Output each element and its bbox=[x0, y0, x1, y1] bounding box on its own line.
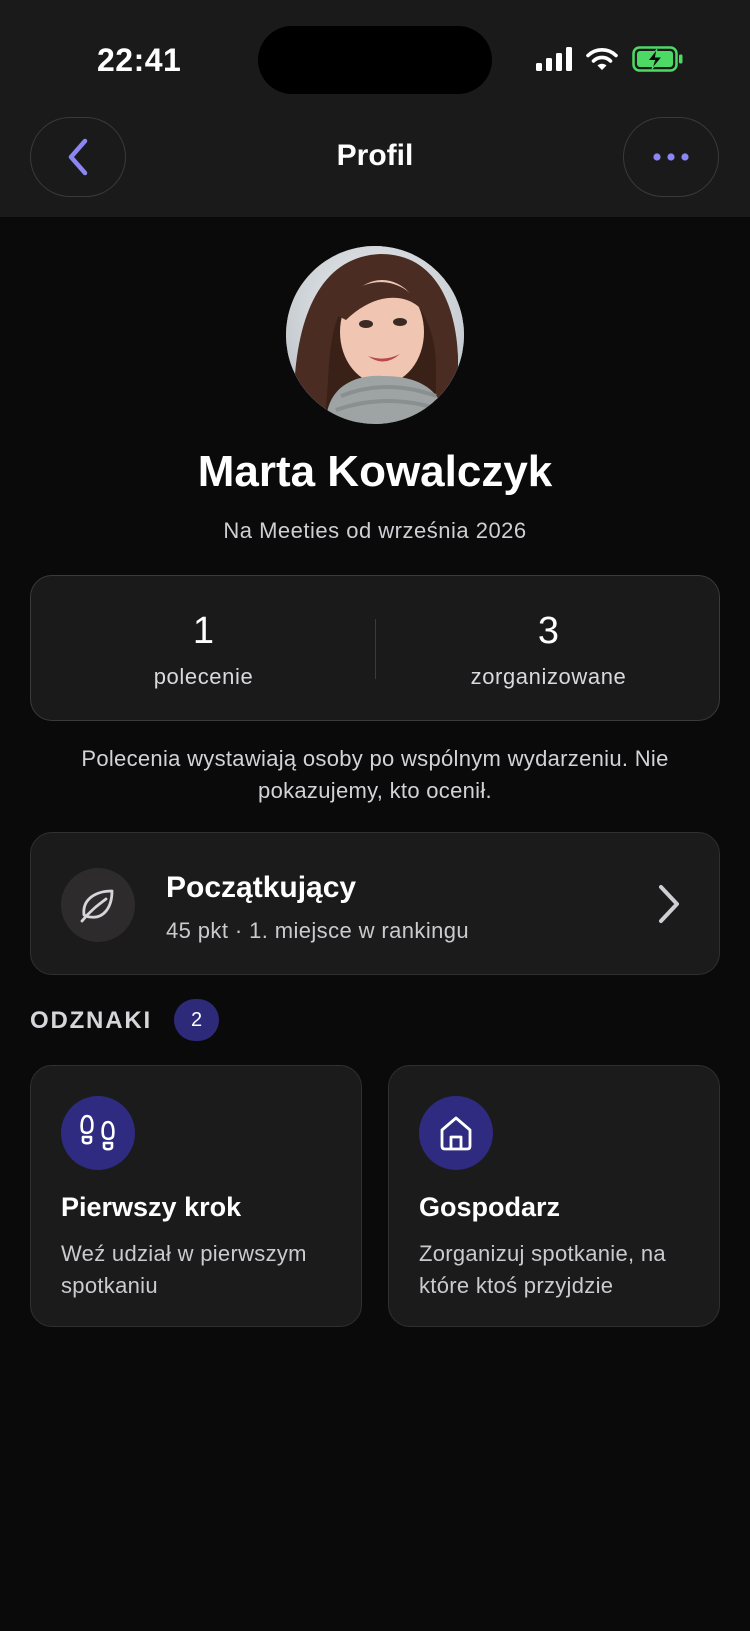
level-subtitle: 45 pkt · 1. miejsce w rankingu bbox=[166, 918, 470, 943]
top-bar: 22:41 Profil bbox=[0, 0, 750, 217]
badge-card-first-step[interactable]: Pierwszy krok Weź udział w pierwszym spo… bbox=[30, 1065, 362, 1327]
dynamic-island bbox=[258, 26, 492, 94]
avatar[interactable] bbox=[286, 246, 464, 424]
badge-description: Weź udział w pierwszym spotkaniu bbox=[61, 1241, 307, 1298]
stat-label: polecenie bbox=[153, 664, 254, 689]
footprints-icon bbox=[80, 1114, 115, 1151]
status-icons bbox=[536, 46, 684, 72]
recommendations-note: Polecenia wystawiają osoby po wspólnym w… bbox=[81, 746, 669, 803]
more-options-button[interactable] bbox=[623, 117, 719, 197]
leaf-icon bbox=[80, 889, 114, 923]
stat-recommendations[interactable]: 1 polecenie bbox=[31, 576, 376, 722]
level-title: Początkujący bbox=[166, 871, 357, 904]
battery-charging-icon bbox=[632, 46, 683, 72]
badge-icon-circle bbox=[419, 1096, 493, 1170]
home-icon bbox=[440, 1116, 472, 1151]
cellular-signal-icon bbox=[536, 47, 572, 71]
avatar-photo bbox=[286, 246, 464, 424]
member-since: Na Meeties od września 2026 bbox=[223, 518, 527, 543]
profile-name: Marta Kowalczyk bbox=[197, 447, 553, 496]
stat-label: zorganizowane bbox=[470, 664, 627, 689]
stat-value: 3 bbox=[537, 610, 560, 652]
level-card[interactable]: Początkujący 45 pkt · 1. miejsce w ranki… bbox=[30, 832, 720, 975]
badge-title: Pierwszy krok bbox=[61, 1192, 242, 1222]
badge-icon-circle bbox=[61, 1096, 135, 1170]
badge-title: Gospodarz bbox=[419, 1192, 561, 1222]
badges-section-title: ODZNAKI bbox=[30, 1007, 152, 1034]
level-icon-circle bbox=[61, 868, 135, 942]
badge-card-host[interactable]: Gospodarz Zorganizuj spotkanie, na które… bbox=[388, 1065, 720, 1327]
wifi-icon bbox=[586, 48, 618, 70]
profile-screen: 22:41 Profil Marta Kowalczyk Na Meeties … bbox=[0, 0, 750, 1631]
chevron-right-icon bbox=[659, 885, 679, 923]
status-time: 22:41 bbox=[97, 42, 182, 78]
stats-card: 1 polecenie 3 zorganizowane bbox=[30, 575, 720, 721]
stat-organized[interactable]: 3 zorganizowane bbox=[376, 576, 721, 722]
ellipsis-icon bbox=[653, 153, 689, 161]
stat-value: 1 bbox=[192, 610, 215, 652]
badges-count-badge: 2 bbox=[174, 999, 219, 1041]
badge-description: Zorganizuj spotkanie, na które ktoś przy… bbox=[419, 1241, 666, 1298]
